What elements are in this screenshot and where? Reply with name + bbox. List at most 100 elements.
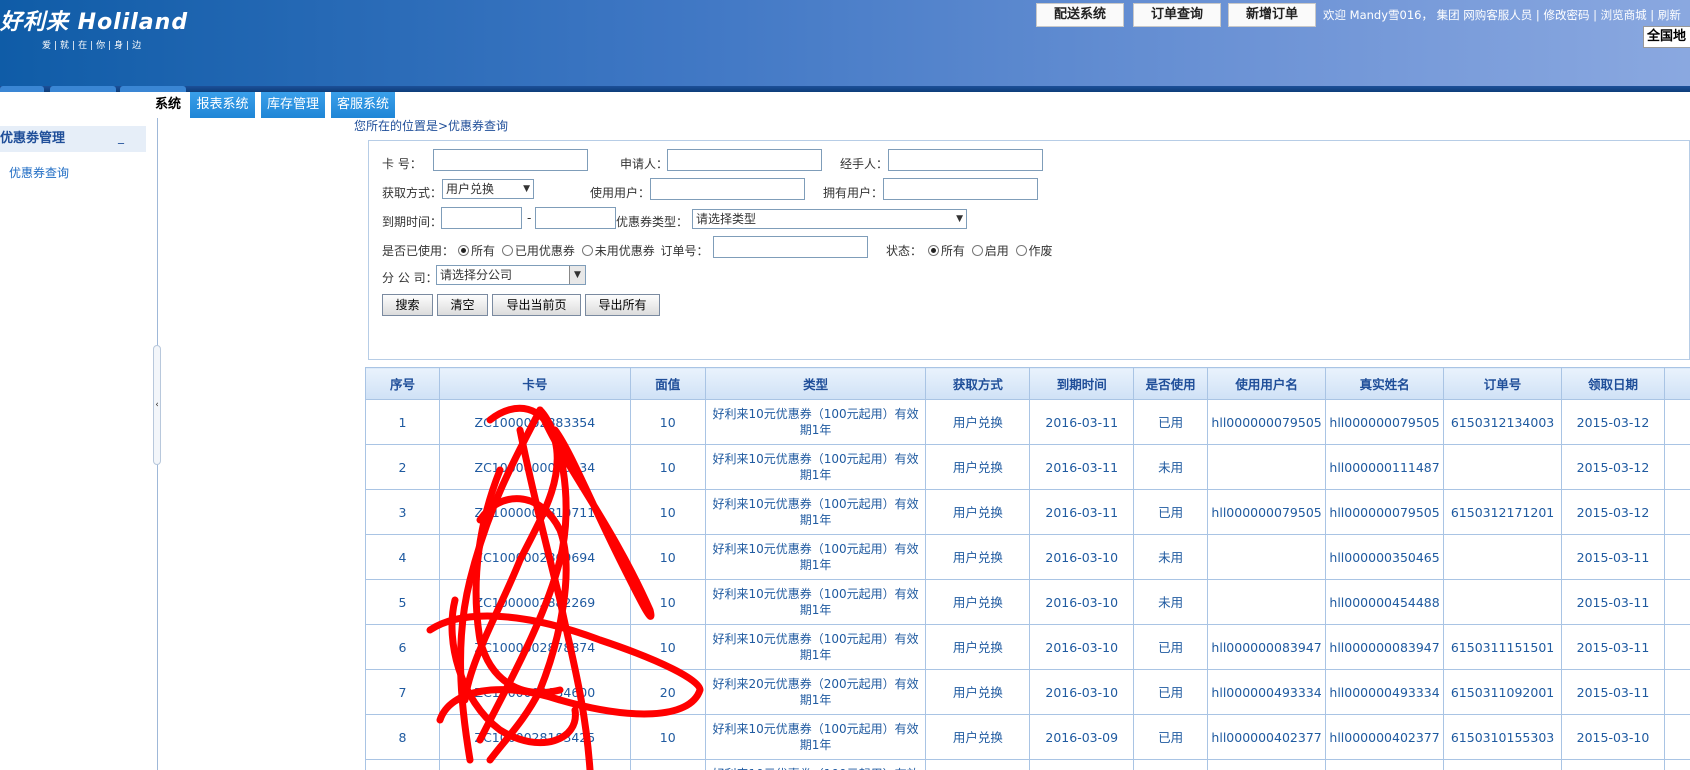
- cell-extra: [1663, 579, 1690, 625]
- export-current-page-button[interactable]: 导出当前页: [492, 294, 581, 316]
- refresh-link[interactable]: 刷新: [1658, 8, 1681, 22]
- sidebar-collapse-icon[interactable]: ‹: [153, 345, 161, 465]
- table-row: 4 ZC1000002869694 10 好利来10元优惠券（100元起用）有效期1年…: [365, 534, 1690, 580]
- cell-extra: [1663, 714, 1690, 760]
- own-user-label: 拥有用户：: [823, 186, 884, 200]
- cell-row-index: 8: [365, 714, 440, 760]
- cell-real-name: hll000000350465: [1325, 534, 1445, 580]
- logo-slogan: 爱|就|在|你|身|边: [42, 41, 145, 51]
- new-order-button[interactable]: 新增订单: [1228, 3, 1316, 27]
- sidebar-section-coupon-management[interactable]: 优惠劵管理: [0, 126, 146, 152]
- cell-coupon-type: 好利来20元优惠券（200元起用）有效期1年: [704, 669, 927, 715]
- acquire-method-label: 获取方式：: [382, 186, 443, 200]
- col-header: 订单号: [1443, 367, 1563, 400]
- cell-card-no: ZC1000028183425: [438, 714, 631, 760]
- cell-claim-date: 2015-03-11: [1561, 534, 1665, 580]
- status-void-radio[interactable]: 作废: [1015, 244, 1053, 258]
- cell-face-value: 10: [629, 534, 706, 580]
- cell-coupon-type: 好利来10元优惠券（100元起用）有效期1年: [704, 444, 927, 490]
- status-enabled-radio[interactable]: 启用: [971, 244, 1009, 258]
- cell-row-index: 5: [365, 579, 440, 625]
- cell-expire-date: 2016-03-11: [1029, 489, 1135, 535]
- cell-order-no: 6150311151501: [1443, 624, 1563, 670]
- cell-row-index: 4: [365, 534, 440, 580]
- cell-extra: [1663, 759, 1690, 770]
- branch-select[interactable]: 请选择分公司 ▼: [436, 265, 586, 285]
- coupon-type-select[interactable]: 请选择类型 ▼: [692, 209, 967, 229]
- cell-claim-date: 2015-03-12: [1561, 444, 1665, 490]
- applicant-input[interactable]: [667, 149, 822, 171]
- acquire-method-select[interactable]: 用户兑换 ▼: [442, 179, 534, 199]
- col-header: 到期时间: [1029, 367, 1135, 400]
- cell-expire-date: 2016-03-10: [1029, 579, 1135, 625]
- cell-use-user-name: [1207, 444, 1327, 490]
- clear-button[interactable]: 清空: [437, 294, 488, 316]
- cell-row-index: 6: [365, 624, 440, 670]
- cell-acquire-method: 用户兑换: [925, 579, 1031, 625]
- card-no-input[interactable]: [433, 149, 588, 171]
- tab-report-system[interactable]: 报表系统: [190, 92, 255, 118]
- used-yes-radio[interactable]: 已用优惠券: [501, 244, 575, 258]
- tab-customer-service[interactable]: 客服系统: [331, 92, 395, 118]
- collapse-section-icon[interactable]: _: [118, 130, 124, 144]
- delivery-system-button[interactable]: 配送系统: [1036, 3, 1124, 27]
- status-all-radio[interactable]: 所有: [927, 244, 965, 258]
- cell-face-value: 10: [629, 489, 706, 535]
- tab-inventory[interactable]: 库存管理: [261, 92, 325, 118]
- cell-use-user-name: [1207, 759, 1327, 770]
- cell-card-no: ZC1000002810711: [438, 489, 631, 535]
- used-all-radio[interactable]: 所有: [458, 244, 495, 258]
- used-filter-label: 是否已使用：: [382, 244, 455, 258]
- cell-real-name: hll000000079505: [1325, 399, 1445, 445]
- order-no-input[interactable]: [713, 236, 868, 258]
- table-row: 6 ZC1000002878874 10 好利来10元优惠券（100元起用）有效期1年…: [365, 624, 1690, 670]
- used-no-label: 未用优惠券: [594, 244, 655, 258]
- used-no-radio[interactable]: 未用优惠券: [581, 244, 655, 258]
- table-row: 2 ZC1000000093334 10 好利来10元优惠券（100元起用）有效期1年…: [365, 444, 1690, 490]
- cell-acquire-method: 用户兑换: [925, 714, 1031, 760]
- cell-coupon-type: 好利来10元优惠券（100元起用）有效期1年: [704, 399, 927, 445]
- status-filter: 状态： 所有 启用 作废: [886, 242, 1053, 259]
- breadcrumb: 您所在的位置是>优惠券查询: [354, 119, 509, 133]
- order-query-button[interactable]: 订单查询: [1133, 3, 1221, 27]
- cell-used-status: 未用: [1133, 579, 1209, 625]
- change-password-link[interactable]: 修改密码: [1543, 8, 1589, 22]
- used-filter-radios: 所有 已用优惠券 未用优惠券 订单号：: [458, 242, 709, 259]
- cell-coupon-type: 好利来10元优惠券（100元起用）有效期1年: [704, 624, 927, 670]
- cell-card-no: ZC1000002869694: [438, 534, 631, 580]
- cell-used-status: 已用: [1133, 669, 1209, 715]
- radio-unchecked-icon: [501, 245, 513, 256]
- browse-mall-link[interactable]: 浏览商城: [1601, 8, 1647, 22]
- cell-order-no: 6150310155303: [1443, 714, 1563, 760]
- cell-used-status: 已用: [1133, 714, 1209, 760]
- cell-face-value: 20: [629, 669, 706, 715]
- cell-coupon-type: 好利来10元优惠券（100元起用）有效期1年: [704, 489, 927, 535]
- cell-expire-date: 2016-03-10: [1029, 669, 1135, 715]
- expire-end-input[interactable]: [535, 207, 616, 229]
- cell-face-value: 10: [629, 579, 706, 625]
- cell-order-no: 6150312171201: [1443, 489, 1563, 535]
- use-user-input[interactable]: [650, 178, 805, 200]
- cell-row-index: 1: [365, 399, 440, 445]
- cell-claim-date: 2015-03-10: [1561, 714, 1665, 760]
- radio-checked-icon: [458, 245, 469, 256]
- tab-system[interactable]: 系统: [155, 92, 185, 118]
- expire-start-input[interactable]: [441, 207, 522, 229]
- region-button[interactable]: 全国地: [1643, 26, 1690, 48]
- own-user-input[interactable]: [883, 178, 1038, 200]
- search-button[interactable]: 搜索: [382, 294, 433, 316]
- sidebar-item-coupon-query[interactable]: 优惠券查询: [9, 164, 69, 181]
- cell-acquire-method: 用户兑换: [925, 669, 1031, 715]
- cell-claim-date: 2015-03-11: [1561, 624, 1665, 670]
- cell-face-value: 10: [629, 444, 706, 490]
- coupon-table: 序号 卡号 面值 类型 获取方式 到期时间 是否使用 使用用户名 真实姓名 订单…: [365, 367, 1690, 770]
- cell-order-no: 6150312134003: [1443, 399, 1563, 445]
- export-all-button[interactable]: 导出所有: [585, 294, 660, 316]
- cell-acquire-method: 用户兑换: [925, 489, 1031, 535]
- col-header: 获取方式: [925, 367, 1031, 400]
- cell-acquire-method: [925, 759, 1031, 770]
- handler-input[interactable]: [888, 149, 1043, 171]
- cell-face-value: [629, 759, 706, 770]
- col-header: 使用用户名: [1207, 367, 1327, 400]
- cell-extra: [1663, 399, 1690, 445]
